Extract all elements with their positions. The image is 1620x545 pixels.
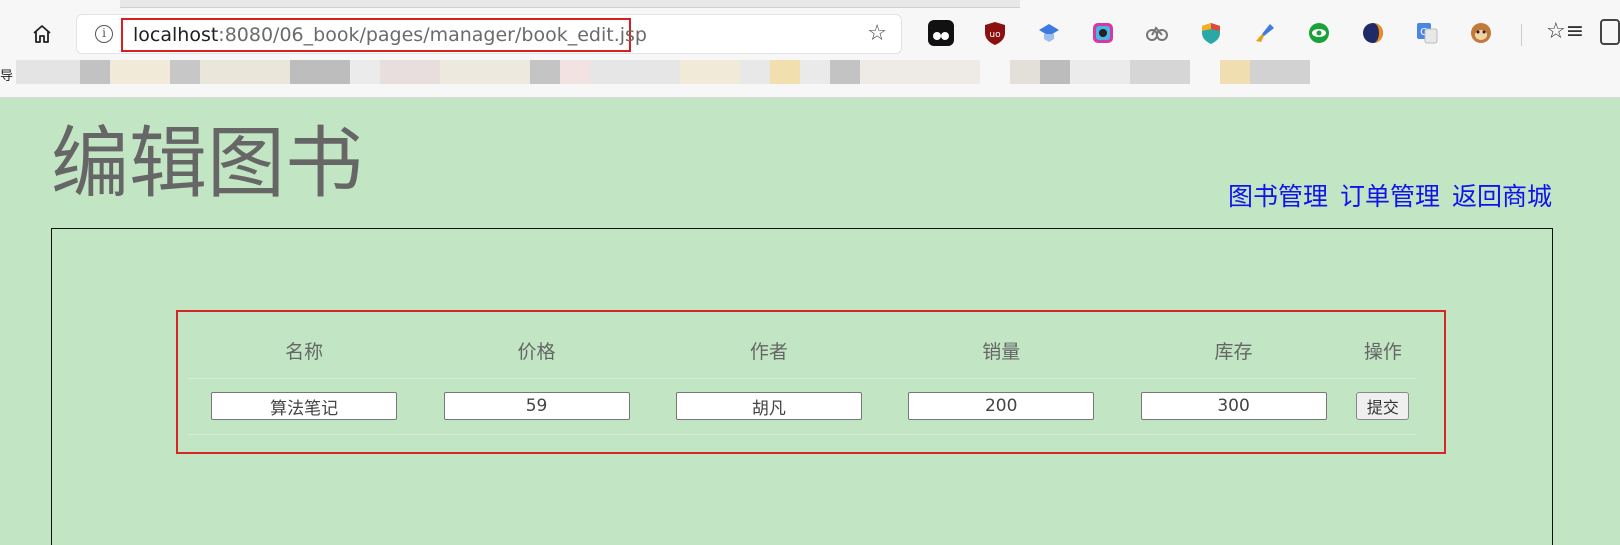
nav-link-order-management[interactable]: 订单管理 bbox=[1340, 182, 1440, 211]
extension-shield-icon[interactable] bbox=[1198, 20, 1224, 46]
bookmark-item[interactable] bbox=[380, 60, 440, 84]
extension-moon-icon[interactable] bbox=[1360, 20, 1386, 46]
nav-link-back-to-store[interactable]: 返回商城 bbox=[1452, 182, 1552, 211]
bookmark-item[interactable] bbox=[740, 60, 770, 84]
book-sales-input[interactable] bbox=[908, 392, 1095, 420]
info-icon[interactable]: i bbox=[95, 25, 113, 43]
bookmarks-bar: 导 bbox=[0, 60, 1330, 86]
bookmark-item[interactable] bbox=[80, 60, 110, 84]
home-button[interactable] bbox=[28, 20, 56, 48]
column-header-price: 价格 bbox=[420, 324, 653, 379]
extension-bike-icon[interactable] bbox=[1144, 20, 1170, 46]
extension-brush-icon[interactable] bbox=[1252, 20, 1278, 46]
nav-link-book-management[interactable]: 图书管理 bbox=[1228, 182, 1328, 211]
cell-price bbox=[420, 378, 653, 435]
url-host: localhost bbox=[133, 24, 219, 46]
home-icon bbox=[33, 25, 51, 43]
bookmark-item[interactable] bbox=[16, 60, 80, 84]
bookmark-item[interactable] bbox=[110, 60, 170, 84]
bookmark-item[interactable] bbox=[860, 60, 980, 84]
column-header-name: 名称 bbox=[188, 324, 421, 379]
bookmark-item[interactable] bbox=[830, 60, 860, 84]
favorites-list-icon[interactable]: ☆≡ bbox=[1546, 19, 1584, 44]
bookmark-item[interactable] bbox=[1070, 60, 1130, 84]
book-stock-input[interactable] bbox=[1140, 392, 1327, 420]
bookmark-item[interactable] bbox=[800, 60, 830, 84]
ublock-icon[interactable]: uo bbox=[982, 20, 1008, 46]
browser-toolbar: i localhost:8080/06_book/pages/manager/b… bbox=[0, 0, 1620, 98]
book-name-input[interactable] bbox=[211, 392, 398, 420]
bookmark-item[interactable] bbox=[680, 60, 740, 84]
tab-strip-edge bbox=[120, 0, 1020, 8]
address-bar[interactable]: i localhost:8080/06_book/pages/manager/b… bbox=[76, 14, 902, 54]
book-author-input[interactable] bbox=[675, 392, 862, 420]
bookmark-item[interactable] bbox=[590, 60, 680, 84]
bookmark-item[interactable] bbox=[1250, 60, 1310, 84]
bookmark-item[interactable] bbox=[200, 60, 290, 84]
bookmark-item[interactable] bbox=[170, 60, 200, 84]
bookmark-item[interactable] bbox=[530, 60, 560, 84]
bookmark-item[interactable] bbox=[290, 60, 350, 84]
translate-icon[interactable]: G bbox=[1414, 20, 1440, 46]
cell-stock bbox=[1117, 378, 1350, 435]
url-text[interactable]: localhost:8080/06_book/pages/manager/boo… bbox=[121, 18, 647, 52]
extension-monkey-icon[interactable] bbox=[1468, 20, 1494, 46]
book-edit-table: 名称 价格 作者 销量 库存 操作 提交 bbox=[188, 324, 1416, 435]
column-header-action: 操作 bbox=[1349, 324, 1416, 379]
submit-button[interactable]: 提交 bbox=[1356, 392, 1410, 420]
column-header-sales: 销量 bbox=[885, 324, 1118, 379]
bookmark-item[interactable] bbox=[560, 60, 590, 84]
tampermonkey-icon[interactable] bbox=[928, 20, 954, 46]
bookmark-item[interactable] bbox=[1040, 60, 1070, 84]
table-row: 提交 bbox=[188, 378, 1416, 435]
table-header-row: 名称 价格 作者 销量 库存 操作 bbox=[188, 324, 1416, 379]
collections-icon[interactable] bbox=[1600, 19, 1620, 45]
extension-camera-icon[interactable] bbox=[1090, 20, 1116, 46]
bookmark-item[interactable] bbox=[1220, 60, 1250, 84]
bookmark-item[interactable] bbox=[770, 60, 800, 84]
book-price-input[interactable] bbox=[443, 392, 630, 420]
bookmark-item[interactable] bbox=[350, 60, 380, 84]
manager-nav: 图书管理 订单管理 返回商城 bbox=[1224, 180, 1552, 214]
svg-text:uo: uo bbox=[989, 30, 1001, 40]
cell-sales bbox=[885, 378, 1118, 435]
bookmark-item[interactable] bbox=[440, 60, 530, 84]
toolbar-separator bbox=[1521, 24, 1522, 46]
url-path: :8080/06_book/pages/manager/book_edit.js… bbox=[218, 24, 647, 46]
bookmark-item[interactable] bbox=[1130, 60, 1190, 84]
page-title: 编辑图书 bbox=[51, 119, 364, 207]
extension-eye-icon[interactable] bbox=[1306, 20, 1332, 46]
column-header-author: 作者 bbox=[652, 324, 886, 379]
star-icon[interactable]: ☆ bbox=[867, 21, 887, 46]
extension-blue-icon[interactable] bbox=[1036, 20, 1062, 46]
cell-action: 提交 bbox=[1349, 378, 1416, 435]
column-header-stock: 库存 bbox=[1117, 324, 1350, 379]
cell-author bbox=[652, 378, 886, 435]
cell-name bbox=[188, 378, 421, 435]
book-edit-form: 名称 价格 作者 销量 库存 操作 提交 bbox=[176, 310, 1446, 454]
bookmark-label[interactable]: 导 bbox=[0, 65, 13, 84]
bookmark-item[interactable] bbox=[1010, 60, 1040, 84]
